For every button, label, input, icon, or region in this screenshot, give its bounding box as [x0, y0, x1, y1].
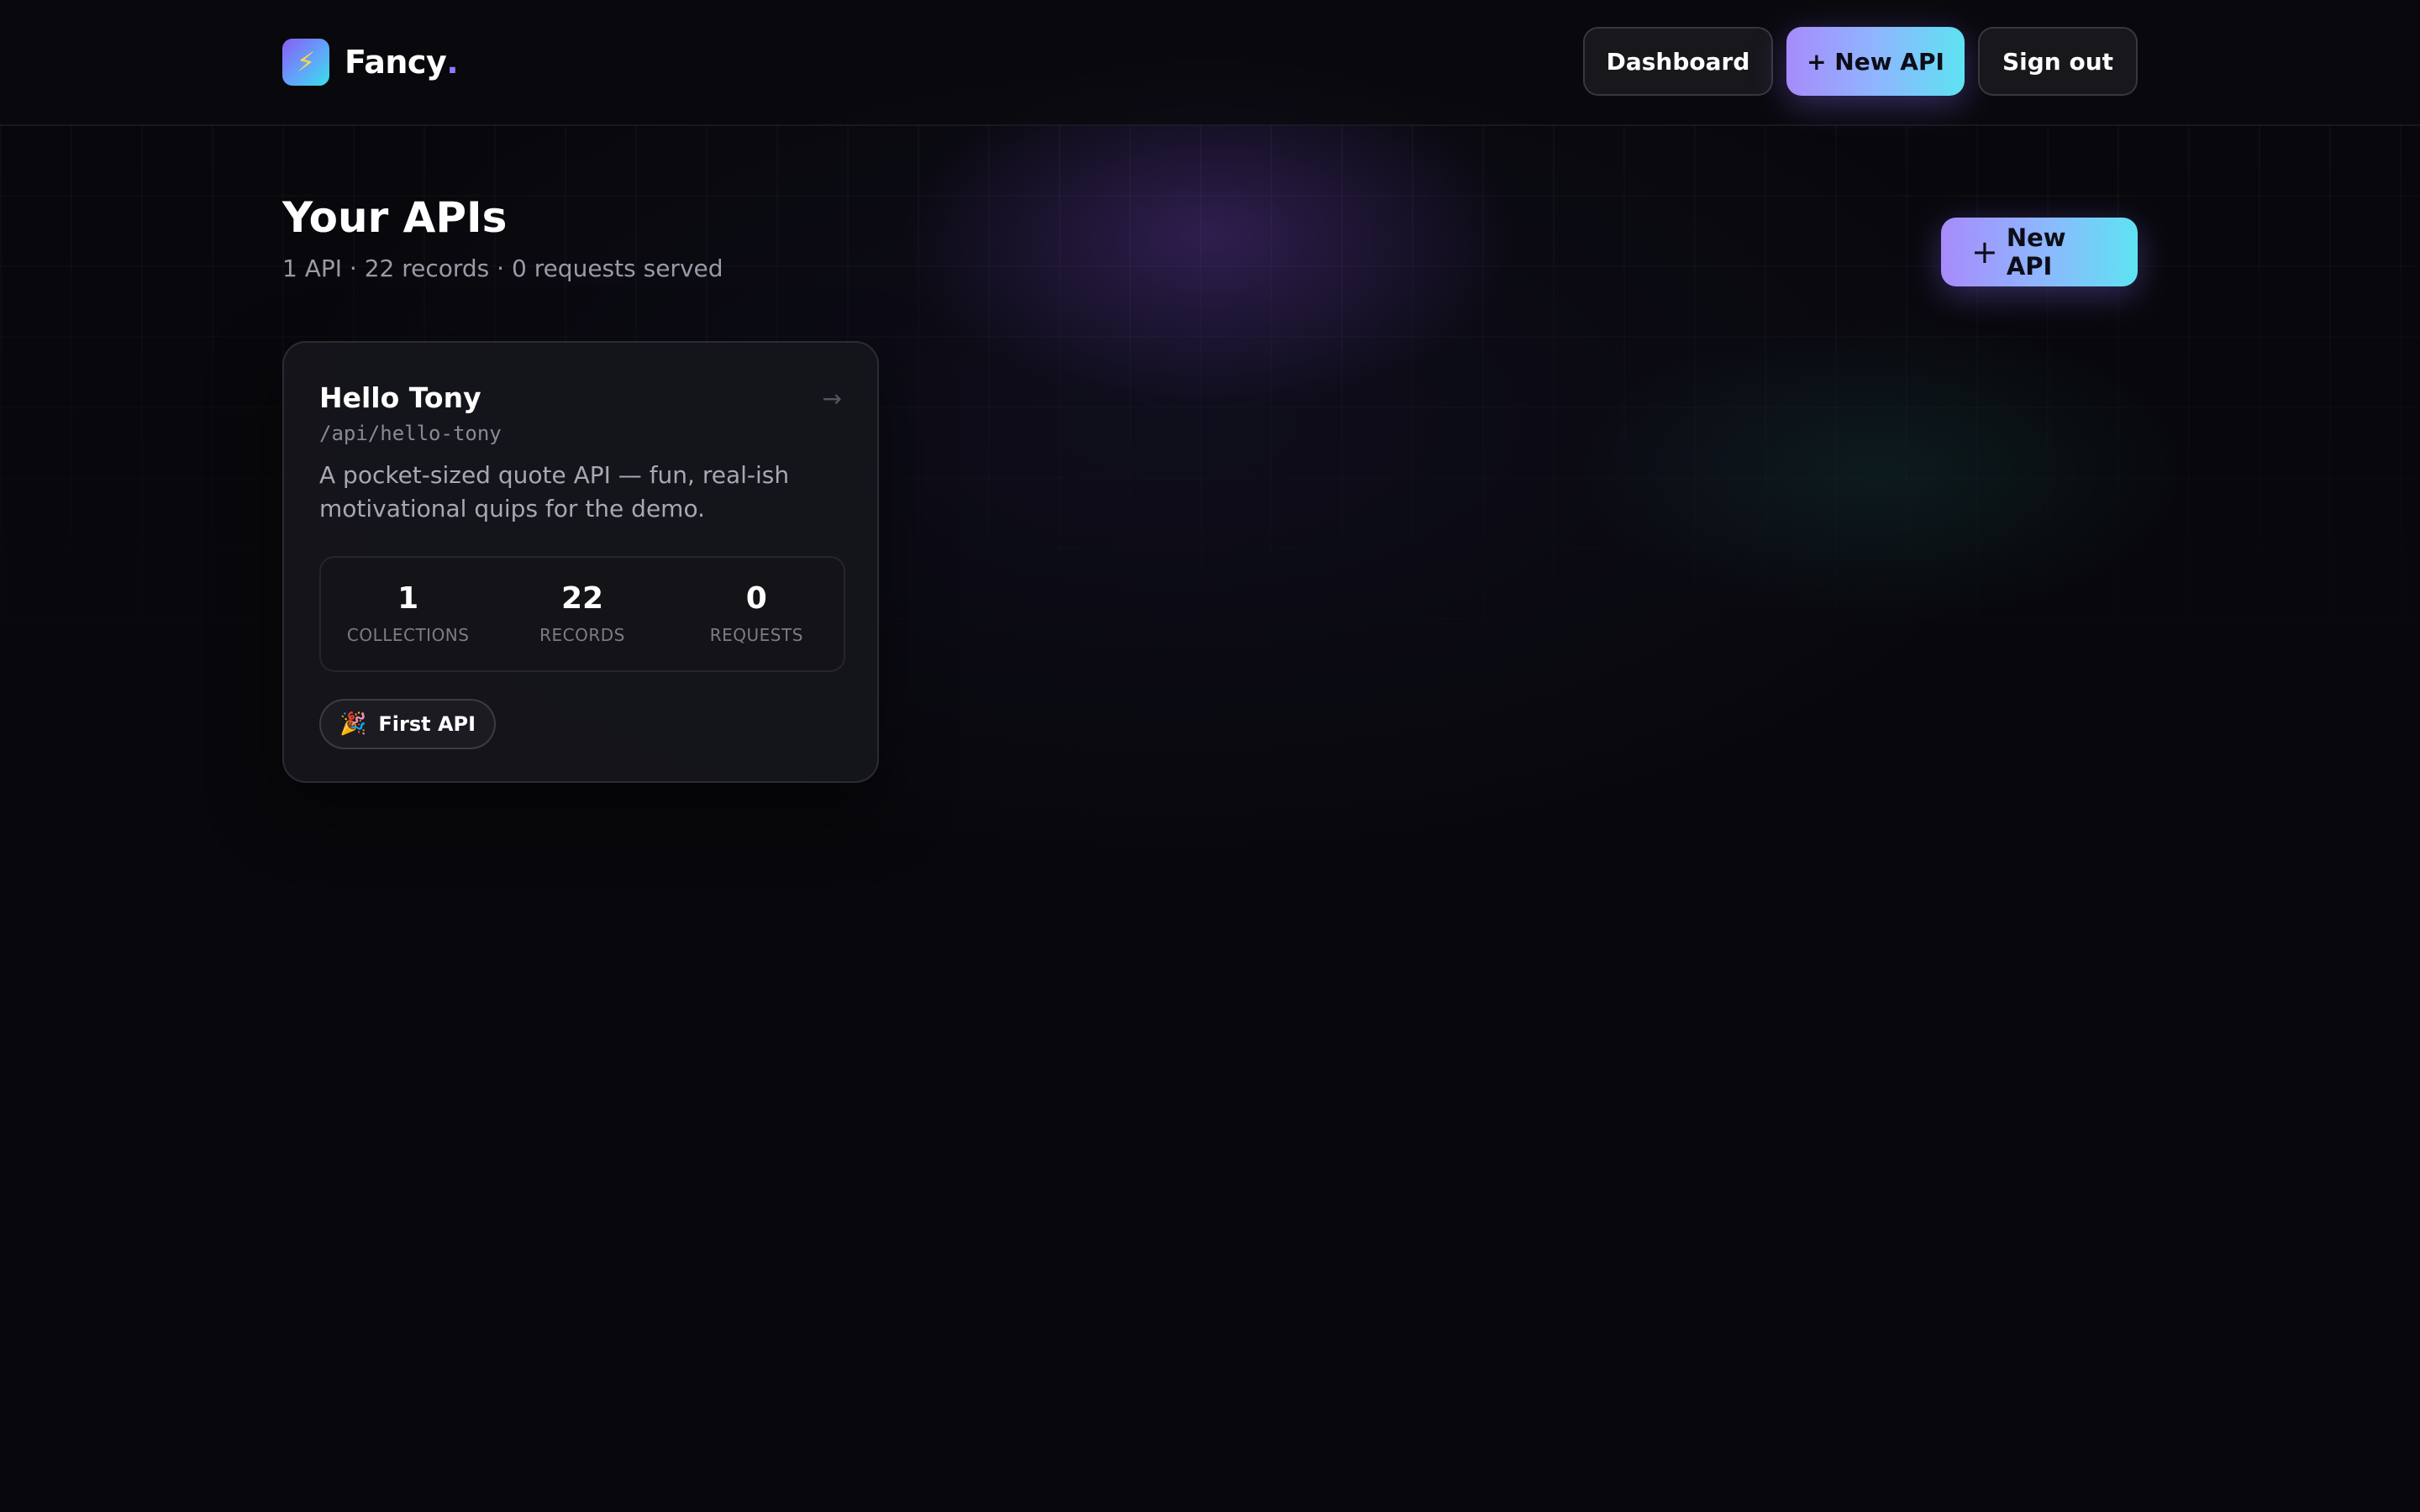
api-name: Hello Tony — [319, 381, 481, 414]
lightning-bolt-icon: ⚡ — [282, 39, 329, 86]
api-path: /api/hello-tony — [319, 422, 502, 445]
top-navigation-bar: ⚡ Fancy. Dashboard + New API Sign out — [0, 0, 2420, 126]
sign-out-button[interactable]: Sign out — [1978, 27, 2138, 96]
party-popper-icon: 🎉 — [339, 711, 367, 737]
stat-collections: 1 COLLECTIONS — [321, 558, 495, 670]
brand-dot: . — [446, 44, 459, 81]
page-title: Your APIs — [282, 193, 508, 242]
brand-name: Fancy — [345, 44, 447, 81]
new-api-button[interactable]: + New API — [1941, 218, 2138, 286]
header-nav: Dashboard + New API Sign out — [1583, 27, 2138, 96]
stat-label: RECORDS — [539, 625, 625, 645]
stat-value: 22 — [560, 581, 604, 616]
api-stats: 1 COLLECTIONS 22 RECORDS 0 REQUESTS — [319, 556, 845, 672]
arrow-right-icon: → — [822, 385, 842, 412]
plus-icon: + — [1971, 234, 1998, 270]
api-description: A pocket-sized quote API — fun, real-ish… — [319, 461, 790, 522]
first-api-badge: 🎉 First API — [319, 699, 497, 749]
header-new-api-button[interactable]: + New API — [1786, 27, 1965, 96]
dashboard-button[interactable]: Dashboard — [1583, 27, 1773, 96]
stat-label: REQUESTS — [709, 625, 803, 645]
stat-value: 0 — [745, 581, 767, 616]
stat-value: 1 — [397, 581, 419, 616]
api-card[interactable]: Hello Tony → /api/hello-tony A pocket-si… — [282, 341, 879, 783]
stat-records: 22 RECORDS — [495, 558, 669, 670]
page-summary: 1 API · 22 records · 0 requests served — [282, 255, 723, 282]
stat-requests: 0 REQUESTS — [670, 558, 844, 670]
new-api-label: New API — [2006, 223, 2066, 281]
badge-label: First API — [378, 712, 476, 736]
brand[interactable]: ⚡ Fancy. — [282, 38, 459, 87]
stat-label: COLLECTIONS — [346, 625, 470, 645]
